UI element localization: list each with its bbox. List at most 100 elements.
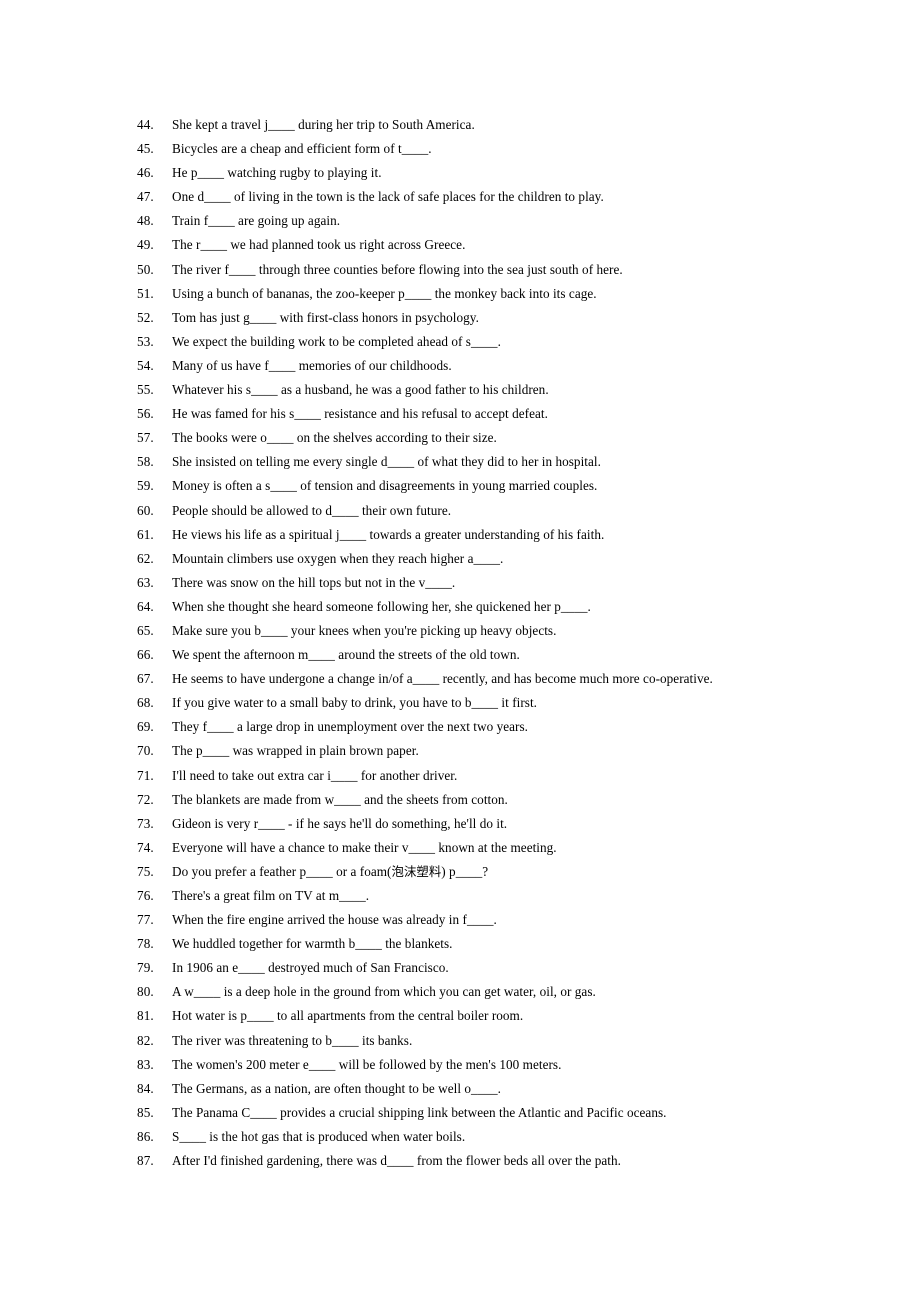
exercise-sentence: We expect the building work to be comple… bbox=[172, 333, 501, 349]
exercise-sentence: She kept a travel j____ during her trip … bbox=[172, 117, 475, 132]
exercise-sentence: The blankets are made from w____ and the… bbox=[172, 791, 508, 807]
exercise-sentence: We huddled together for warmth b____ the… bbox=[172, 936, 453, 952]
exercise-item: 86. S____ is the hot gas that is produced… bbox=[137, 1125, 877, 1149]
exercise-sentence: Everyone will have a chance to make thei… bbox=[172, 839, 557, 855]
exercise-sentence: The women's 200 meter e____ will be foll… bbox=[172, 1056, 562, 1072]
exercise-item: 82. The river was threatening to b____ it… bbox=[137, 1029, 877, 1053]
exercise-item: 69. They f____ a large drop in unemployme… bbox=[137, 715, 877, 739]
exercise-item: 46. He p____ watching rugby to playing it… bbox=[137, 161, 877, 185]
exercise-item: 81. Hot water is p____ to all apartments … bbox=[137, 1004, 877, 1028]
exercise-item: 57. The books were o____ on the shelves a… bbox=[137, 426, 877, 450]
exercise-sentence: Tom has just g____ with first-class hono… bbox=[172, 309, 479, 325]
exercise-sentence: There was snow on the hill tops but not … bbox=[172, 574, 456, 590]
exercise-number: 53. bbox=[137, 333, 154, 349]
exercise-item: 78. We huddled together for warmth b____ … bbox=[137, 932, 877, 956]
exercise-item: 50. The river f____ through three countie… bbox=[137, 258, 877, 282]
exercise-item: 45. Bicycles are a cheap and efficient fo… bbox=[137, 137, 877, 161]
exercise-item: 77. When the fire engine arrived the hous… bbox=[137, 908, 877, 932]
exercise-number: 83. bbox=[137, 1056, 154, 1072]
exercise-sentence: Do you prefer a feather p____ or a foam(… bbox=[172, 863, 489, 879]
exercise-sentence: S____ is the hot gas that is produced wh… bbox=[172, 1128, 466, 1144]
exercise-item: 75. Do you prefer a feather p____ or a fo… bbox=[137, 860, 877, 884]
exercise-sentence: They f____ a large drop in unemployment … bbox=[172, 719, 528, 735]
exercise-item: 44. She kept a travel j____ during her tr… bbox=[137, 113, 877, 137]
exercise-item: 79. In 1906 an e____ destroyed much of Sa… bbox=[137, 956, 877, 980]
exercise-number: 62. bbox=[137, 550, 154, 566]
exercise-number: 54. bbox=[137, 357, 154, 373]
exercise-sentence: I'll need to take out extra car i____ fo… bbox=[172, 767, 458, 783]
exercise-number: 85. bbox=[137, 1104, 154, 1120]
exercise-number: 51. bbox=[137, 285, 154, 301]
exercise-item: 55. Whatever his s____ as a husband, he w… bbox=[137, 378, 877, 402]
exercise-number: 61. bbox=[137, 526, 154, 542]
exercise-item: 68. If you give water to a small baby to … bbox=[137, 691, 877, 715]
exercise-item: 83. The women's 200 meter e____ will be f… bbox=[137, 1053, 877, 1077]
exercise-item: 72. The blankets are made from w____ and … bbox=[137, 788, 877, 812]
exercise-number: 72. bbox=[137, 791, 154, 807]
exercise-item: 84. The Germans, as a nation, are often t… bbox=[137, 1077, 877, 1101]
exercise-item: 85. The Panama C____ provides a crucial s… bbox=[137, 1101, 877, 1125]
exercise-number: 58. bbox=[137, 454, 154, 470]
exercise-sentence: Whatever his s____ as a husband, he was … bbox=[172, 382, 549, 398]
exercise-number: 57. bbox=[137, 430, 154, 446]
exercise-sentence: Make sure you b____ your knees when you'… bbox=[172, 622, 557, 638]
exercise-item: 54. Many of us have f____ memories of our… bbox=[137, 354, 877, 378]
exercise-item: 74. Everyone will have a chance to make t… bbox=[137, 836, 877, 860]
exercise-item: 66. We spent the afternoon m____ around t… bbox=[137, 643, 877, 667]
exercise-sentence: He views his life as a spiritual j____ t… bbox=[172, 526, 605, 542]
exercise-sentence: When the fire engine arrived the house w… bbox=[172, 912, 497, 928]
exercise-sentence: The books were o____ on the shelves acco… bbox=[172, 430, 497, 446]
exercise-item: 67. He seems to have undergone a change i… bbox=[137, 667, 877, 691]
chinese-gloss: 泡沫塑料 bbox=[391, 863, 442, 879]
exercise-list: 44. She kept a travel j____ during her tr… bbox=[137, 113, 877, 1173]
exercise-number: 46. bbox=[137, 165, 154, 181]
exercise-number: 80. bbox=[137, 984, 154, 1000]
exercise-number: 59. bbox=[137, 478, 154, 494]
exercise-sentence: The r____ we had planned took us right a… bbox=[172, 237, 466, 253]
exercise-sentence: In 1906 an e____ destroyed much of San F… bbox=[172, 960, 449, 976]
exercise-item: 49. The r____ we had planned took us righ… bbox=[137, 233, 877, 257]
exercise-sentence: She insisted on telling me every single … bbox=[172, 454, 601, 470]
exercise-item: 73. Gideon is very r____ - if he says he'… bbox=[137, 812, 877, 836]
exercise-number: 79. bbox=[137, 960, 154, 976]
exercise-item: 76. There's a great film on TV at m____. bbox=[137, 884, 877, 908]
exercise-number: 73. bbox=[137, 815, 154, 831]
exercise-number: 50. bbox=[137, 261, 154, 277]
exercise-item: 65. Make sure you b____ your knees when y… bbox=[137, 619, 877, 643]
exercise-number: 60. bbox=[137, 502, 154, 518]
exercise-sentence: The river f____ through three counties b… bbox=[172, 261, 623, 277]
exercise-number: 65. bbox=[137, 622, 154, 638]
exercise-number: 84. bbox=[137, 1080, 154, 1096]
exercise-sentence: A w____ is a deep hole in the ground fro… bbox=[172, 984, 596, 1000]
exercise-number: 77. bbox=[137, 912, 154, 928]
exercise-number: 81. bbox=[137, 1008, 154, 1024]
exercise-sentence: Many of us have f____ memories of our ch… bbox=[172, 357, 452, 373]
exercise-item: 71. I'll need to take out extra car i____… bbox=[137, 764, 877, 788]
exercise-item: 80. A w____ is a deep hole in the ground … bbox=[137, 980, 877, 1004]
exercise-item: 60. People should be allowed to d____ the… bbox=[137, 499, 877, 523]
document-page: 44. She kept a travel j____ during her tr… bbox=[0, 0, 920, 1302]
exercise-number: 71. bbox=[137, 767, 154, 783]
exercise-number: 86. bbox=[137, 1128, 154, 1144]
exercise-item: 47. One d____ of living in the town is th… bbox=[137, 185, 877, 209]
exercise-sentence: Train f____ are going up again. bbox=[172, 213, 341, 229]
exercise-sentence: Mountain climbers use oxygen when they r… bbox=[172, 550, 504, 566]
exercise-item: 58. She insisted on telling me every sing… bbox=[137, 450, 877, 474]
exercise-sentence: Gideon is very r____ - if he says he'll … bbox=[172, 815, 508, 831]
exercise-number: 69. bbox=[137, 719, 154, 735]
exercise-sentence: Money is often a s____ of tension and di… bbox=[172, 478, 598, 494]
exercise-sentence: There's a great film on TV at m____. bbox=[172, 888, 370, 903]
exercise-sentence: After I'd finished gardening, there was … bbox=[172, 1153, 621, 1169]
exercise-sentence: He p____ watching rugby to playing it. bbox=[172, 165, 382, 181]
exercise-number: 47. bbox=[137, 189, 154, 205]
exercise-sentence: One d____ of living in the town is the l… bbox=[172, 189, 604, 205]
exercise-item: 52. Tom has just g____ with first-class h… bbox=[137, 306, 877, 330]
exercise-item: 87. After I'd finished gardening, there w… bbox=[137, 1149, 877, 1173]
exercise-number: 64. bbox=[137, 598, 154, 614]
exercise-item: 48. Train f____ are going up again. bbox=[137, 209, 877, 233]
exercise-sentence: When she thought she heard someone follo… bbox=[172, 598, 591, 614]
exercise-sentence: The Germans, as a nation, are often thou… bbox=[172, 1080, 501, 1096]
exercise-number: 74. bbox=[137, 839, 154, 855]
exercise-item: 62. Mountain climbers use oxygen when the… bbox=[137, 547, 877, 571]
exercise-item: 59. Money is often a s____ of tension and… bbox=[137, 474, 877, 498]
